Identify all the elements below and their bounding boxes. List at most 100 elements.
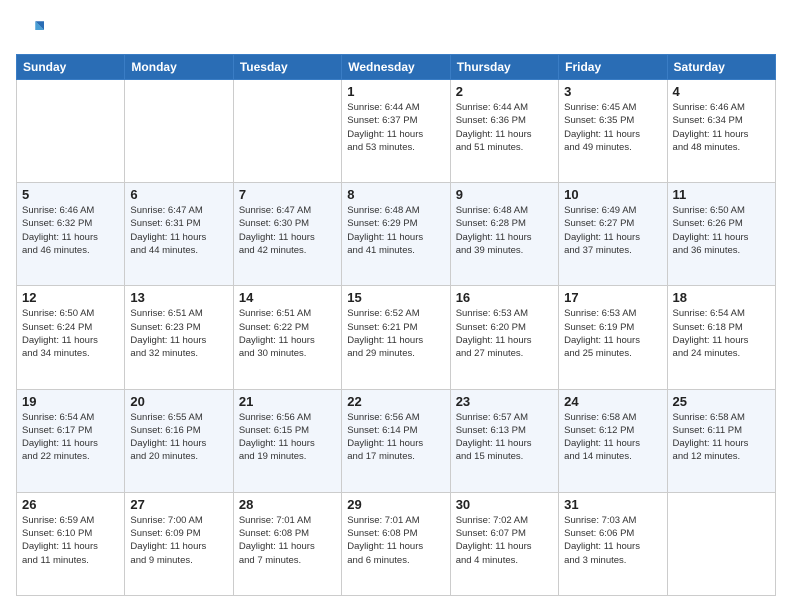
- day-info: Sunrise: 6:54 AM Sunset: 6:17 PM Dayligh…: [22, 411, 119, 464]
- day-info: Sunrise: 6:59 AM Sunset: 6:10 PM Dayligh…: [22, 514, 119, 567]
- day-number: 25: [673, 394, 770, 409]
- day-info: Sunrise: 6:57 AM Sunset: 6:13 PM Dayligh…: [456, 411, 553, 464]
- day-info: Sunrise: 6:46 AM Sunset: 6:34 PM Dayligh…: [673, 101, 770, 154]
- day-info: Sunrise: 6:58 AM Sunset: 6:11 PM Dayligh…: [673, 411, 770, 464]
- weekday-header-monday: Monday: [125, 55, 233, 80]
- calendar-cell: 10 Sunrise: 6:49 AM Sunset: 6:27 PM Dayli…: [559, 183, 667, 286]
- day-number: 20: [130, 394, 227, 409]
- day-info: Sunrise: 6:55 AM Sunset: 6:16 PM Dayligh…: [130, 411, 227, 464]
- calendar-cell: 7 Sunrise: 6:47 AM Sunset: 6:30 PM Daylig…: [233, 183, 341, 286]
- calendar-table: SundayMondayTuesdayWednesdayThursdayFrid…: [16, 54, 776, 596]
- day-number: 14: [239, 290, 336, 305]
- day-info: Sunrise: 6:44 AM Sunset: 6:36 PM Dayligh…: [456, 101, 553, 154]
- day-info: Sunrise: 6:45 AM Sunset: 6:35 PM Dayligh…: [564, 101, 661, 154]
- week-row-3: 19 Sunrise: 6:54 AM Sunset: 6:17 PM Dayli…: [17, 389, 776, 492]
- day-info: Sunrise: 6:49 AM Sunset: 6:27 PM Dayligh…: [564, 204, 661, 257]
- calendar-cell: 5 Sunrise: 6:46 AM Sunset: 6:32 PM Daylig…: [17, 183, 125, 286]
- weekday-header-thursday: Thursday: [450, 55, 558, 80]
- day-info: Sunrise: 7:02 AM Sunset: 6:07 PM Dayligh…: [456, 514, 553, 567]
- day-number: 24: [564, 394, 661, 409]
- day-number: 30: [456, 497, 553, 512]
- weekday-header-tuesday: Tuesday: [233, 55, 341, 80]
- day-number: 16: [456, 290, 553, 305]
- day-info: Sunrise: 7:01 AM Sunset: 6:08 PM Dayligh…: [239, 514, 336, 567]
- week-row-4: 26 Sunrise: 6:59 AM Sunset: 6:10 PM Dayli…: [17, 492, 776, 595]
- calendar-cell: [125, 80, 233, 183]
- day-number: 17: [564, 290, 661, 305]
- calendar-cell: 3 Sunrise: 6:45 AM Sunset: 6:35 PM Daylig…: [559, 80, 667, 183]
- calendar-cell: 28 Sunrise: 7:01 AM Sunset: 6:08 PM Dayli…: [233, 492, 341, 595]
- day-info: Sunrise: 6:46 AM Sunset: 6:32 PM Dayligh…: [22, 204, 119, 257]
- calendar-cell: 12 Sunrise: 6:50 AM Sunset: 6:24 PM Dayli…: [17, 286, 125, 389]
- calendar-cell: 29Sunrise: 7:01 AM Sunset: 6:08 PM Dayli…: [342, 492, 450, 595]
- day-info: Sunrise: 6:52 AM Sunset: 6:21 PM Dayligh…: [347, 307, 444, 360]
- calendar-cell: 25 Sunrise: 6:58 AM Sunset: 6:11 PM Dayli…: [667, 389, 775, 492]
- day-number: 19: [22, 394, 119, 409]
- day-number: 28: [239, 497, 336, 512]
- day-number: 12: [22, 290, 119, 305]
- weekday-header-saturday: Saturday: [667, 55, 775, 80]
- day-info: Sunrise: 6:56 AM Sunset: 6:14 PM Dayligh…: [347, 411, 444, 464]
- day-info: Sunrise: 6:51 AM Sunset: 6:22 PM Dayligh…: [239, 307, 336, 360]
- day-number: 2: [456, 84, 553, 99]
- day-info: Sunrise: 6:44 AM Sunset: 6:37 PM Dayligh…: [347, 101, 444, 154]
- calendar-cell: 20 Sunrise: 6:55 AM Sunset: 6:16 PM Dayli…: [125, 389, 233, 492]
- weekday-header-wednesday: Wednesday: [342, 55, 450, 80]
- calendar-cell: 15 Sunrise: 6:52 AM Sunset: 6:21 PM Dayli…: [342, 286, 450, 389]
- calendar-cell: 19 Sunrise: 6:54 AM Sunset: 6:17 PM Dayli…: [17, 389, 125, 492]
- day-info: Sunrise: 6:53 AM Sunset: 6:20 PM Dayligh…: [456, 307, 553, 360]
- day-number: 31: [564, 497, 661, 512]
- calendar-cell: 6Sunrise: 6:47 AM Sunset: 6:31 PM Daylig…: [125, 183, 233, 286]
- day-info: Sunrise: 6:50 AM Sunset: 6:26 PM Dayligh…: [673, 204, 770, 257]
- weekday-header-sunday: Sunday: [17, 55, 125, 80]
- day-info: Sunrise: 6:48 AM Sunset: 6:28 PM Dayligh…: [456, 204, 553, 257]
- day-number: 10: [564, 187, 661, 202]
- calendar-cell: 13Sunrise: 6:51 AM Sunset: 6:23 PM Dayli…: [125, 286, 233, 389]
- calendar-cell: 4Sunrise: 6:46 AM Sunset: 6:34 PM Daylig…: [667, 80, 775, 183]
- day-number: 7: [239, 187, 336, 202]
- day-number: 3: [564, 84, 661, 99]
- day-number: 21: [239, 394, 336, 409]
- header: [16, 16, 776, 44]
- day-info: Sunrise: 6:51 AM Sunset: 6:23 PM Dayligh…: [130, 307, 227, 360]
- day-info: Sunrise: 7:03 AM Sunset: 6:06 PM Dayligh…: [564, 514, 661, 567]
- calendar-cell: 21 Sunrise: 6:56 AM Sunset: 6:15 PM Dayli…: [233, 389, 341, 492]
- calendar-cell: 14 Sunrise: 6:51 AM Sunset: 6:22 PM Dayli…: [233, 286, 341, 389]
- weekday-header-row: SundayMondayTuesdayWednesdayThursdayFrid…: [17, 55, 776, 80]
- day-number: 8: [347, 187, 444, 202]
- calendar-cell: 8 Sunrise: 6:48 AM Sunset: 6:29 PM Daylig…: [342, 183, 450, 286]
- day-number: 29: [347, 497, 444, 512]
- week-row-2: 12 Sunrise: 6:50 AM Sunset: 6:24 PM Dayli…: [17, 286, 776, 389]
- day-info: Sunrise: 6:56 AM Sunset: 6:15 PM Dayligh…: [239, 411, 336, 464]
- day-info: Sunrise: 6:58 AM Sunset: 6:12 PM Dayligh…: [564, 411, 661, 464]
- day-number: 26: [22, 497, 119, 512]
- day-info: Sunrise: 7:00 AM Sunset: 6:09 PM Dayligh…: [130, 514, 227, 567]
- calendar-cell: [667, 492, 775, 595]
- calendar-cell: 22Sunrise: 6:56 AM Sunset: 6:14 PM Dayli…: [342, 389, 450, 492]
- calendar-cell: 2 Sunrise: 6:44 AM Sunset: 6:36 PM Daylig…: [450, 80, 558, 183]
- day-info: Sunrise: 6:47 AM Sunset: 6:31 PM Dayligh…: [130, 204, 227, 257]
- calendar-cell: [233, 80, 341, 183]
- day-number: 15: [347, 290, 444, 305]
- day-info: Sunrise: 6:54 AM Sunset: 6:18 PM Dayligh…: [673, 307, 770, 360]
- calendar-cell: 30 Sunrise: 7:02 AM Sunset: 6:07 PM Dayli…: [450, 492, 558, 595]
- day-number: 5: [22, 187, 119, 202]
- day-number: 27: [130, 497, 227, 512]
- day-info: Sunrise: 6:48 AM Sunset: 6:29 PM Dayligh…: [347, 204, 444, 257]
- calendar-cell: 26 Sunrise: 6:59 AM Sunset: 6:10 PM Dayli…: [17, 492, 125, 595]
- calendar-cell: [17, 80, 125, 183]
- calendar-cell: 23 Sunrise: 6:57 AM Sunset: 6:13 PM Dayli…: [450, 389, 558, 492]
- calendar-cell: 18Sunrise: 6:54 AM Sunset: 6:18 PM Dayli…: [667, 286, 775, 389]
- week-row-0: 1Sunrise: 6:44 AM Sunset: 6:37 PM Daylig…: [17, 80, 776, 183]
- calendar-cell: 17Sunrise: 6:53 AM Sunset: 6:19 PM Dayli…: [559, 286, 667, 389]
- calendar-cell: 31 Sunrise: 7:03 AM Sunset: 6:06 PM Dayli…: [559, 492, 667, 595]
- logo: [16, 16, 48, 44]
- calendar-cell: 11Sunrise: 6:50 AM Sunset: 6:26 PM Dayli…: [667, 183, 775, 286]
- calendar-cell: 27 Sunrise: 7:00 AM Sunset: 6:09 PM Dayli…: [125, 492, 233, 595]
- day-info: Sunrise: 6:50 AM Sunset: 6:24 PM Dayligh…: [22, 307, 119, 360]
- page: SundayMondayTuesdayWednesdayThursdayFrid…: [0, 0, 792, 612]
- weekday-header-friday: Friday: [559, 55, 667, 80]
- day-info: Sunrise: 6:47 AM Sunset: 6:30 PM Dayligh…: [239, 204, 336, 257]
- week-row-1: 5 Sunrise: 6:46 AM Sunset: 6:32 PM Daylig…: [17, 183, 776, 286]
- day-number: 23: [456, 394, 553, 409]
